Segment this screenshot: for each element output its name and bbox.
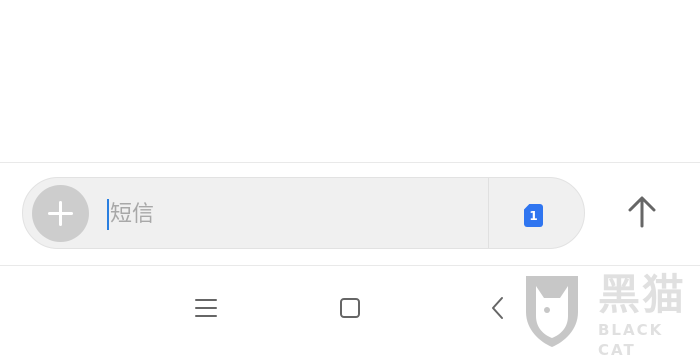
watermark-cn: 黑猫 — [598, 270, 687, 319]
menu-icon — [195, 299, 217, 317]
black-cat-shield-icon — [526, 276, 578, 347]
back-button[interactable] — [478, 288, 518, 328]
message-input-container: 1 — [22, 177, 585, 249]
sim-select-button[interactable]: 1 — [489, 178, 584, 248]
arrow-up-icon — [628, 196, 656, 228]
add-attachment-button[interactable] — [32, 185, 89, 242]
plus-icon-stem — [59, 201, 62, 226]
square-home-icon — [340, 298, 360, 318]
menu-button[interactable] — [186, 288, 226, 328]
sim-slot-label: 1 — [529, 209, 538, 223]
compose-bar: 1 — [0, 163, 700, 266]
message-input[interactable] — [109, 194, 480, 234]
watermark-en: BLACK CAT — [598, 321, 664, 359]
home-button[interactable] — [330, 288, 370, 328]
message-thread-area — [0, 0, 700, 162]
watermark-logo: 黑猫 BLACK CAT — [520, 270, 700, 359]
chevron-left-icon — [492, 297, 503, 319]
send-button[interactable] — [612, 177, 672, 249]
sim-card-icon: 1 — [524, 204, 543, 227]
